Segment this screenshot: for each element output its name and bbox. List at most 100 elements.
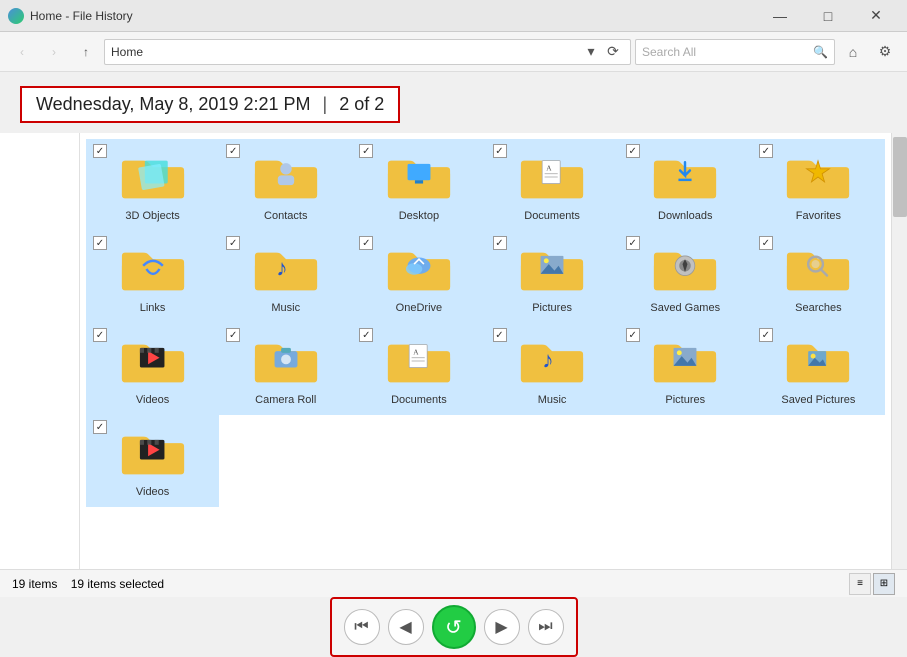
folder-icon	[117, 332, 189, 390]
minimize-button[interactable]: —	[757, 0, 803, 32]
file-item[interactable]: A Documents	[486, 139, 619, 231]
file-label: Contacts	[264, 210, 307, 222]
search-bar[interactable]: Search All 🔍	[635, 39, 835, 65]
folder-icon: ♪	[250, 240, 322, 298]
folder-icon	[250, 148, 322, 206]
file-item[interactable]: Downloads	[619, 139, 752, 231]
file-checkbox[interactable]	[759, 236, 773, 250]
file-checkbox[interactable]	[493, 236, 507, 250]
file-checkbox[interactable]	[226, 328, 240, 342]
status-bar: 19 items 19 items selected ≡ ⊞	[0, 569, 907, 597]
file-item[interactable]: Favorites	[752, 139, 885, 231]
file-label: Camera Roll	[255, 394, 316, 406]
folder-icon	[383, 240, 455, 298]
address-bar[interactable]: Home ▾ ⟳	[104, 39, 631, 65]
file-item[interactable]: Videos	[86, 323, 219, 415]
svg-text:A: A	[546, 163, 552, 172]
file-checkbox[interactable]	[759, 328, 773, 342]
folder-icon	[782, 332, 854, 390]
scrollbar-thumb[interactable]	[893, 137, 907, 217]
file-checkbox[interactable]	[759, 144, 773, 158]
version-label: 2 of 2	[339, 94, 384, 115]
folder-icon	[383, 148, 455, 206]
svg-text:A: A	[413, 347, 419, 356]
folder-icon	[649, 332, 721, 390]
version-info-box: Wednesday, May 8, 2019 2:21 PM | 2 of 2	[20, 86, 400, 123]
file-label: Favorites	[796, 210, 841, 222]
item-count: 19 items	[12, 577, 57, 591]
address-text: Home	[111, 45, 580, 59]
last-button[interactable]: ⏭	[528, 609, 564, 645]
settings-button[interactable]: ⚙	[871, 38, 899, 66]
file-checkbox[interactable]	[359, 236, 373, 250]
divider: |	[323, 94, 328, 115]
file-label: Desktop	[399, 210, 439, 222]
file-item[interactable]: Contacts	[219, 139, 352, 231]
file-checkbox[interactable]	[493, 328, 507, 342]
first-button[interactable]: ⏮	[344, 609, 380, 645]
file-checkbox[interactable]	[493, 144, 507, 158]
scrollbar[interactable]	[891, 133, 907, 569]
home-button[interactable]: ⌂	[839, 38, 867, 66]
file-label: Downloads	[658, 210, 712, 222]
list-view-button[interactable]: ≡	[849, 573, 871, 595]
folder-icon	[649, 240, 721, 298]
file-item[interactable]: A Documents	[352, 323, 485, 415]
svg-text:♪: ♪	[276, 255, 287, 281]
file-item[interactable]: Links	[86, 231, 219, 323]
bottom-controls: ⏮ ◀ ↺ ▶ ⏭	[0, 597, 907, 657]
file-item[interactable]: Saved Pictures	[752, 323, 885, 415]
file-checkbox[interactable]	[93, 328, 107, 342]
view-buttons: ≡ ⊞	[849, 573, 895, 595]
maximize-button[interactable]: □	[805, 0, 851, 32]
dropdown-button[interactable]: ▾	[580, 41, 602, 63]
file-item[interactable]: ♪ Music	[219, 231, 352, 323]
svg-text:♪: ♪	[542, 347, 553, 373]
file-item[interactable]: Saved Games	[619, 231, 752, 323]
file-item[interactable]: 3D Objects	[86, 139, 219, 231]
forward-button[interactable]: ›	[40, 38, 68, 66]
file-checkbox[interactable]	[626, 144, 640, 158]
file-item[interactable]: Pictures	[619, 323, 752, 415]
refresh-button[interactable]: ⟳	[602, 41, 624, 63]
file-checkbox[interactable]	[359, 328, 373, 342]
search-placeholder: Search All	[642, 45, 813, 59]
file-label: 3D Objects	[125, 210, 179, 222]
file-label: Videos	[136, 486, 169, 498]
folder-icon	[516, 240, 588, 298]
file-item[interactable]: Camera Roll	[219, 323, 352, 415]
file-area[interactable]: 3D Objects Contacts Desktop A Documents	[80, 133, 891, 569]
file-checkbox[interactable]	[93, 236, 107, 250]
file-checkbox[interactable]	[226, 144, 240, 158]
status-info: 19 items 19 items selected	[12, 577, 164, 591]
next-button[interactable]: ▶	[484, 609, 520, 645]
file-checkbox[interactable]	[93, 420, 107, 434]
file-label: OneDrive	[396, 302, 442, 314]
search-icon[interactable]: 🔍	[813, 45, 828, 59]
file-checkbox[interactable]	[226, 236, 240, 250]
file-checkbox[interactable]	[359, 144, 373, 158]
restore-button[interactable]: ↺	[432, 605, 476, 649]
file-item[interactable]: Desktop	[352, 139, 485, 231]
left-sidebar	[0, 133, 80, 569]
file-label: Music	[271, 302, 300, 314]
file-label: Saved Pictures	[781, 394, 855, 406]
folder-icon	[649, 148, 721, 206]
back-button[interactable]: ‹	[8, 38, 36, 66]
window-controls: — □ ✕	[757, 0, 899, 32]
file-item[interactable]: Pictures	[486, 231, 619, 323]
file-label: Videos	[136, 394, 169, 406]
file-checkbox[interactable]	[626, 236, 640, 250]
close-button[interactable]: ✕	[853, 0, 899, 32]
title-bar: Home - File History — □ ✕	[0, 0, 907, 32]
file-item[interactable]: ♪ Music	[486, 323, 619, 415]
grid-view-button[interactable]: ⊞	[873, 573, 895, 595]
up-button[interactable]: ↑	[72, 38, 100, 66]
previous-button[interactable]: ◀	[388, 609, 424, 645]
file-item[interactable]: Videos	[86, 415, 219, 507]
file-item[interactable]: Searches	[752, 231, 885, 323]
file-label: Searches	[795, 302, 841, 314]
file-checkbox[interactable]	[626, 328, 640, 342]
file-checkbox[interactable]	[93, 144, 107, 158]
file-item[interactable]: OneDrive	[352, 231, 485, 323]
